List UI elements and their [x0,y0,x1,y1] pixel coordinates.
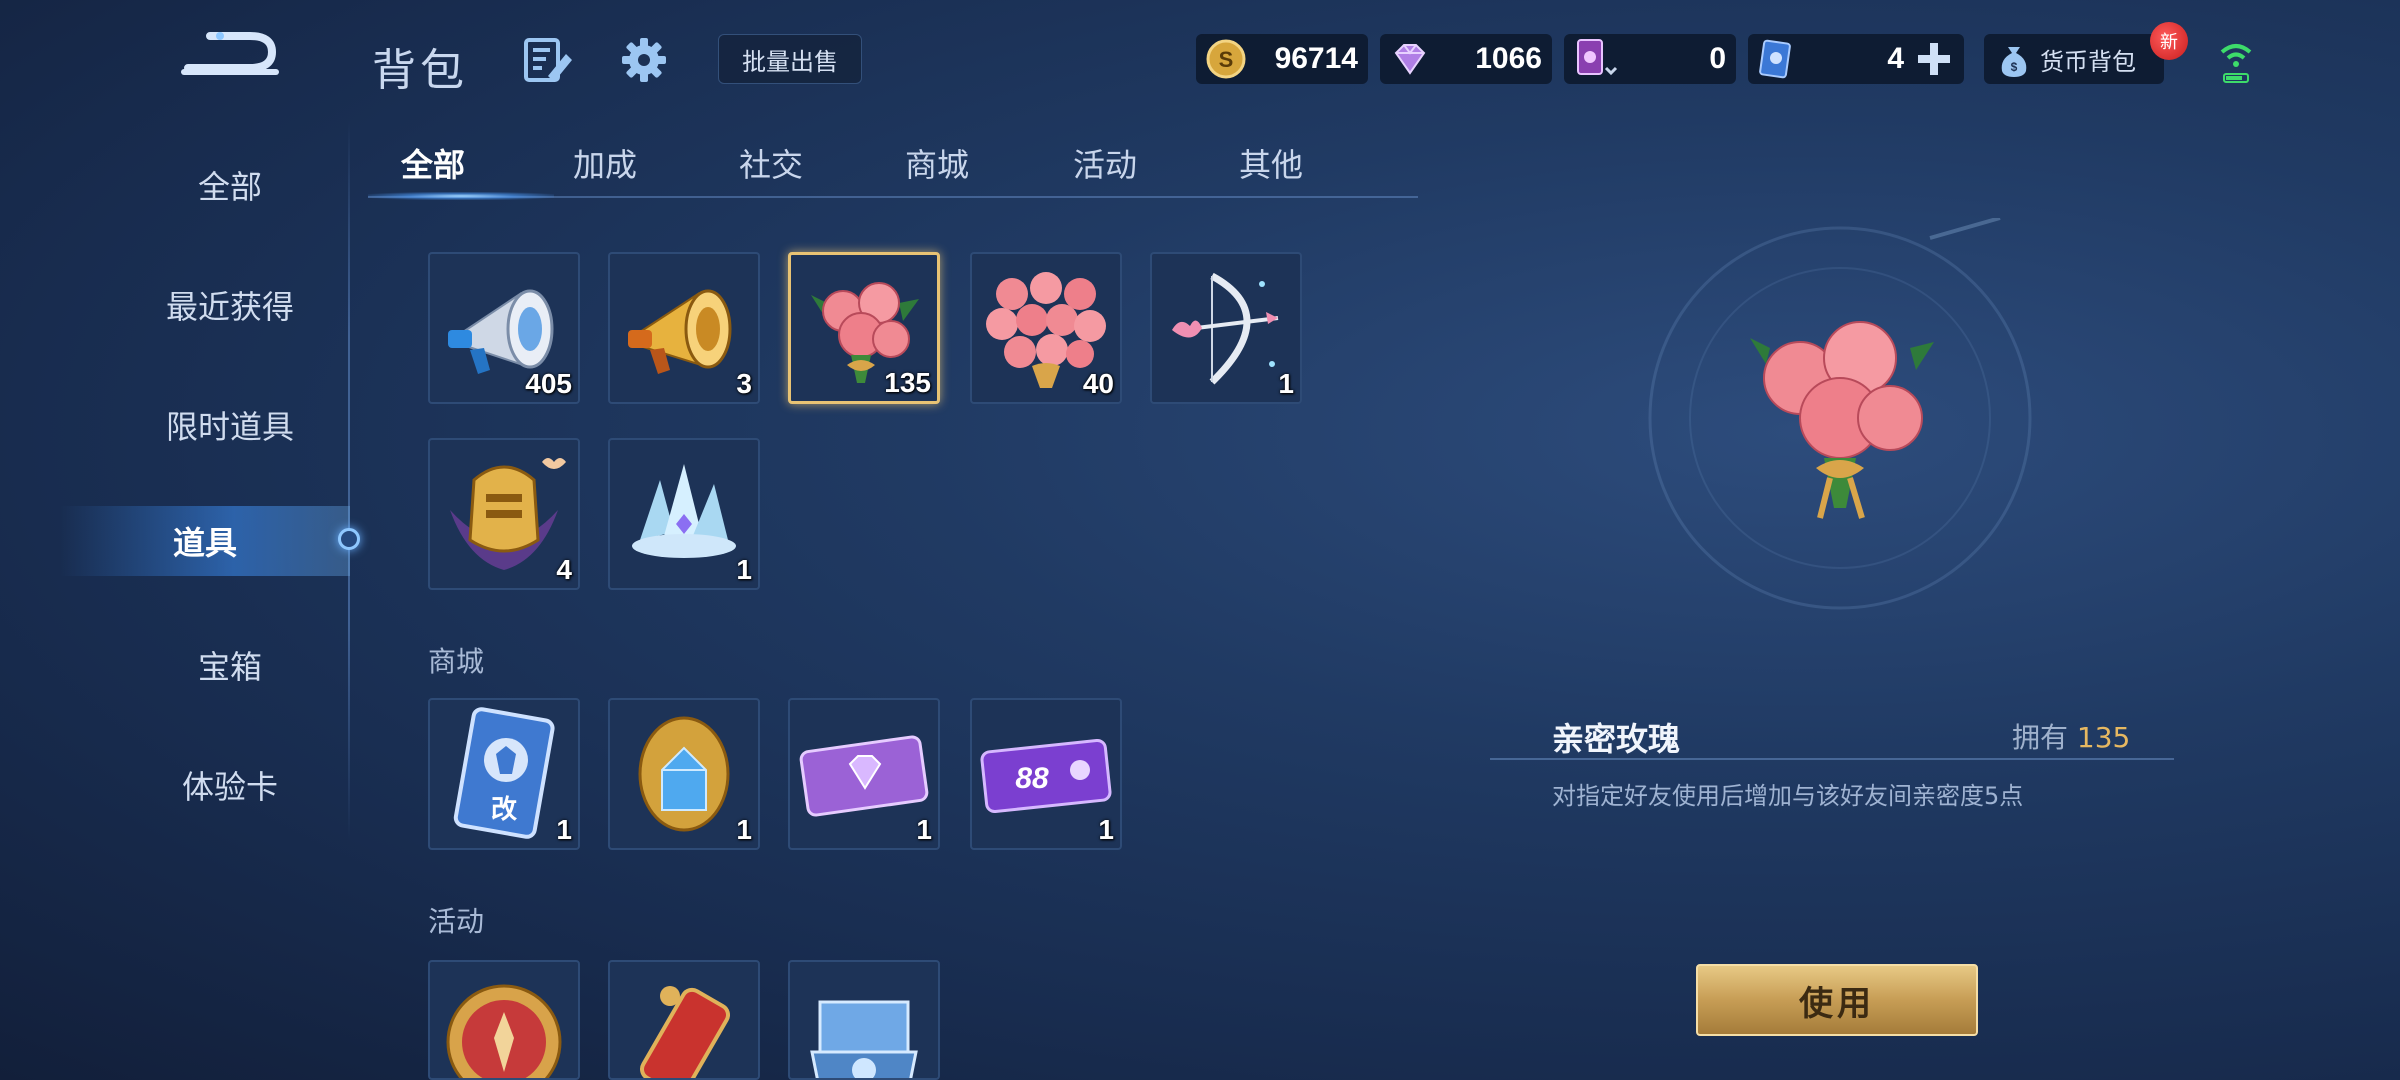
item-slot[interactable]: 改 1 [428,698,580,850]
bulk-sell-button[interactable]: 批量出售 [718,34,862,84]
item-slot[interactable]: 1 [1150,252,1302,404]
gear-icon[interactable] [620,36,668,84]
currency-bag-button[interactable]: $ 货币背包 [1984,34,2164,84]
diamond-currency: 1066 [1380,34,1552,84]
item-count: 1 [1098,814,1114,845]
sidebar-item-trial-card[interactable]: 体验卡 [60,750,400,820]
sidebar: 全部 最近获得 限时道具 道具 宝箱 体验卡 [0,130,350,850]
owned-label: 拥有 [2012,721,2069,754]
ticket-value: 0 [1709,42,1726,75]
sidebar-item-chest[interactable]: 宝箱 [60,630,400,700]
wifi-signal-icon [2220,44,2252,83]
card-icon [1759,39,1791,79]
owned-count: 拥有 135 [2012,716,2130,756]
rose-bouquet-icon [1750,321,1934,519]
item-slot[interactable]: 1 [608,438,760,590]
item-count: 1 [736,554,752,585]
money-bag-icon: $ [2001,47,2027,77]
tab-shop[interactable]: 商城 [872,140,1002,186]
sidebar-item-label: 最近获得 [165,288,294,326]
item-count: 40 [1082,368,1114,399]
item-slot[interactable]: 40 [970,252,1122,404]
section-label-shop: 商城 [428,645,485,678]
item-slot[interactable]: 1 [608,698,760,850]
svg-text:88: 88 [1015,762,1049,795]
gold-value: 96714 [1274,42,1358,75]
sidebar-item-label: 全部 [197,168,262,206]
item-slot[interactable] [608,960,760,1080]
item-slot[interactable] [428,960,580,1080]
red-medal-icon [446,984,562,1078]
tab-boost[interactable]: 加成 [540,140,670,186]
item-slot[interactable]: 88 1 [970,698,1122,850]
sidebar-item-all[interactable]: 全部 [60,150,400,220]
sidebar-item-label: 宝箱 [197,648,262,686]
item-slot[interactable] [788,960,940,1080]
item-slot-selected[interactable]: 135 [788,252,940,404]
sidebar-item-label: 道具 [172,524,237,562]
item-count: 135 [884,367,931,398]
ticket-icon [1577,39,1618,76]
item-count: 1 [1278,368,1294,399]
page-title: 背包 [372,45,468,96]
item-name: 亲密玫瑰 [1552,720,1681,758]
use-button[interactable]: 使用 [1696,964,1978,1036]
detail-preview [1648,218,2032,610]
svg-text:S: S [1219,47,1234,72]
sidebar-item-limited[interactable]: 限时道具 [60,390,400,460]
diamond-value: 1066 [1475,42,1542,75]
tab-all[interactable]: 全部 [368,140,498,186]
item-slot[interactable]: 3 [608,252,760,404]
item-count: 3 [736,368,752,399]
svg-text:$: $ [2011,60,2018,74]
item-count: 4 [556,554,572,585]
ticket-currency: 0 [1564,34,1736,84]
item-slot[interactable]: 405 [428,252,580,404]
sidebar-item-props[interactable]: 道具 [60,506,350,576]
item-count: 1 [916,814,932,845]
item-slot[interactable]: 4 [428,438,580,590]
detail-divider [1490,758,2174,760]
new-badge: 新 [2150,22,2188,60]
sidebar-item-label: 限时道具 [165,408,294,446]
plus-icon[interactable] [1914,39,1954,79]
tab-active-underline [368,192,554,200]
sidebar-item-recent[interactable]: 最近获得 [60,270,400,340]
scroll-icon [640,986,730,1078]
item-count: 1 [736,814,752,845]
section-label-activity: 活动 [428,905,485,938]
tab-other[interactable]: 其他 [1206,140,1336,186]
owned-number: 135 [2076,721,2131,754]
jewel-box-icon [810,1000,918,1078]
tab-activity[interactable]: 活动 [1040,140,1170,186]
tab-social[interactable]: 社交 [706,140,836,186]
svg-text:改: 改 [491,794,517,825]
item-description: 对指定好友使用后增加与该好友间亲密度5点 [1552,782,2024,810]
active-indicator-dot [338,528,360,550]
item-count: 405 [525,368,572,399]
diamond-icon [1394,44,1426,75]
card-currency: 4 [1748,34,1964,84]
gold-currency: S 96714 [1196,34,1368,84]
card-value: 4 [1887,42,1904,75]
currency-bag-label: 货币背包 [2040,47,2136,76]
edit-icon[interactable] [522,36,574,84]
sidebar-item-label: 体验卡 [181,768,278,806]
gold-coin-icon: S [1206,39,1246,79]
item-slot[interactable]: 1 [788,698,940,850]
back-icon[interactable] [180,28,280,84]
item-count: 1 [556,814,572,845]
